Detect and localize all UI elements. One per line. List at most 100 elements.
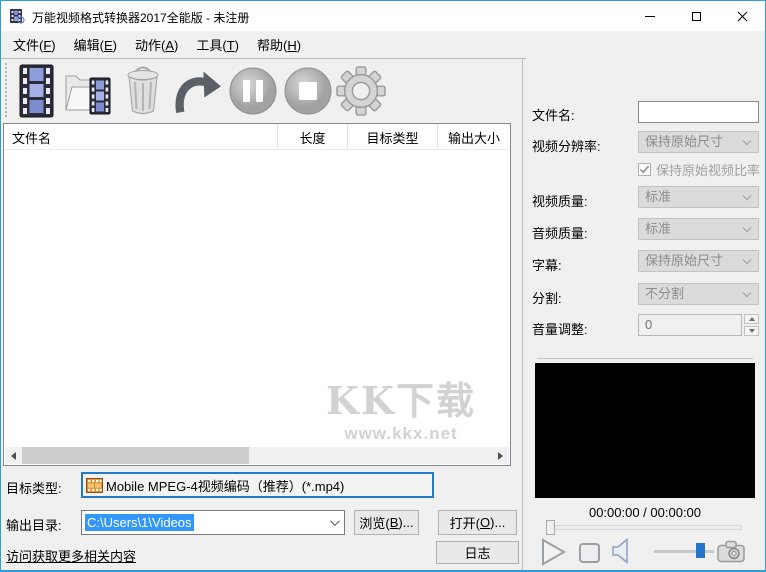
resolution-label: 视频分辨率: [532,139,601,154]
convert-arrow-icon [175,71,221,113]
split-dropdown[interactable]: 不分割 [638,283,759,305]
menu-tools[interactable]: 工具(T) [187,31,248,58]
stop-icon [284,67,332,115]
maximize-icon [691,11,701,21]
file-list: 文件名 长度 目标类型 输出大小 KK下载 www.kkx.net [3,123,511,466]
volume-slider[interactable] [654,550,714,553]
preview-separator [537,358,753,359]
horizontal-scrollbar[interactable] [5,447,509,464]
volume-spin-buttons [744,314,759,336]
watermark-text: KK下载 [326,378,477,423]
minimize-button[interactable] [627,1,673,31]
video-quality-value: 标准 [645,189,672,204]
chevron-down-icon [742,136,752,146]
open-button[interactable]: 打开(O)... [438,510,517,535]
filename-input[interactable] [638,101,759,123]
maximize-button[interactable] [673,1,719,31]
file-list-header: 文件名 长度 目标类型 输出大小 [4,124,510,150]
player-stop-button[interactable] [578,542,601,567]
column-header-filename[interactable]: 文件名 [4,124,277,150]
split-label: 分割: [532,291,562,306]
toolbar [1,59,522,122]
browse-button[interactable]: 浏览(B)... [354,510,419,535]
pause-icon [229,67,277,115]
snapshot-camera-icon [717,540,745,563]
playback-time: 00:00:00 / 00:00:00 [588,505,702,520]
output-dir-combobox[interactable]: C:\Users\1\Videos [81,510,345,535]
add-folder-icon [65,75,111,115]
mp4-film-icon [86,477,103,493]
scroll-left-arrow-icon[interactable] [5,447,22,464]
volume-slider-thumb[interactable] [696,543,705,558]
audio-quality-label: 音频质量: [532,226,588,241]
split-value: 不分割 [645,286,685,301]
target-type-label: 目标类型: [6,481,62,496]
scrollbar-thumb[interactable] [22,447,249,464]
menu-file[interactable]: 文件(F) [4,31,65,58]
more-content-link[interactable]: 访问获取更多相关内容 [6,546,136,565]
chevron-down-icon [742,288,752,298]
title-bar: 万能视频格式转换器2017全能版 - 未注册 [1,1,765,31]
audio-quality-value: 标准 [645,221,672,236]
play-icon [542,538,567,566]
menu-bar: 文件(F) 编辑(E) 动作(A) 工具(T) 帮助(H) [1,31,765,58]
volume-label: 音量调整: [532,322,588,337]
window-controls [627,1,765,31]
minimize-icon [645,15,655,17]
column-header-output-size[interactable]: 输出大小 [437,124,510,150]
chevron-down-icon[interactable] [329,516,340,527]
stop-button[interactable] [283,62,333,120]
seek-slider[interactable] [546,525,742,530]
keep-ratio-row: 保持原始视频比率 [638,160,760,179]
spin-down-button[interactable] [744,326,759,336]
chevron-down-icon [742,223,752,233]
speaker-icon [612,537,628,565]
mute-button[interactable] [611,537,631,567]
subtitle-dropdown[interactable]: 保持原始尺寸 [638,250,759,272]
video-quality-dropdown[interactable]: 标准 [638,186,759,208]
add-folder-button[interactable] [63,62,113,120]
spin-up-button[interactable] [744,314,759,324]
target-type-value: Mobile MPEG-4视频编码（推荐）(*.mp4) [106,478,345,494]
seek-slider-thumb[interactable] [546,520,555,535]
volume-spinbox[interactable]: 0 [638,314,742,336]
close-icon [737,11,748,22]
app-window: 万能视频格式转换器2017全能版 - 未注册 文件(F) 编辑(E) 动作(A)… [0,0,766,572]
add-file-film-icon [19,64,54,118]
arrow-up-icon [748,317,755,321]
settings-button[interactable] [336,62,386,120]
chevron-down-icon [742,255,752,265]
panel-divider [522,58,523,570]
close-button[interactable] [719,1,765,31]
convert-button[interactable] [171,62,221,120]
column-header-target-type[interactable]: 目标类型 [347,124,437,150]
play-button[interactable] [539,538,567,569]
column-header-length[interactable]: 长度 [277,124,347,150]
subtitle-label: 字幕: [532,258,562,273]
menu-help[interactable]: 帮助(H) [248,31,310,58]
menu-edit[interactable]: 编辑(E) [65,31,126,58]
output-dir-value: C:\Users\1\Videos [85,514,194,531]
log-button[interactable]: 日志 [436,541,519,564]
audio-quality-dropdown[interactable]: 标准 [638,218,759,240]
subtitle-value: 保持原始尺寸 [645,253,724,268]
delete-button[interactable] [118,62,168,120]
filename-label: 文件名: [532,108,575,123]
keep-ratio-checkbox[interactable] [638,163,651,176]
add-file-button[interactable] [12,62,62,120]
resolution-dropdown[interactable]: 保持原始尺寸 [638,131,759,153]
resolution-value: 保持原始尺寸 [645,134,724,149]
app-icon [9,8,25,27]
menu-action[interactable]: 动作(A) [126,31,187,58]
video-preview [535,363,755,498]
pause-button[interactable] [228,62,278,120]
arrow-down-icon [748,329,755,333]
toolbar-gripper[interactable] [5,63,7,117]
video-quality-label: 视频质量: [532,194,588,209]
keep-ratio-label: 保持原始视频比率 [656,163,761,178]
snapshot-button[interactable] [717,540,745,566]
scroll-right-arrow-icon[interactable] [492,447,509,464]
target-type-combo[interactable]: Mobile MPEG-4视频编码（推荐）(*.mp4) [81,472,434,498]
stop-icon [579,543,600,563]
chevron-down-icon [742,191,752,201]
